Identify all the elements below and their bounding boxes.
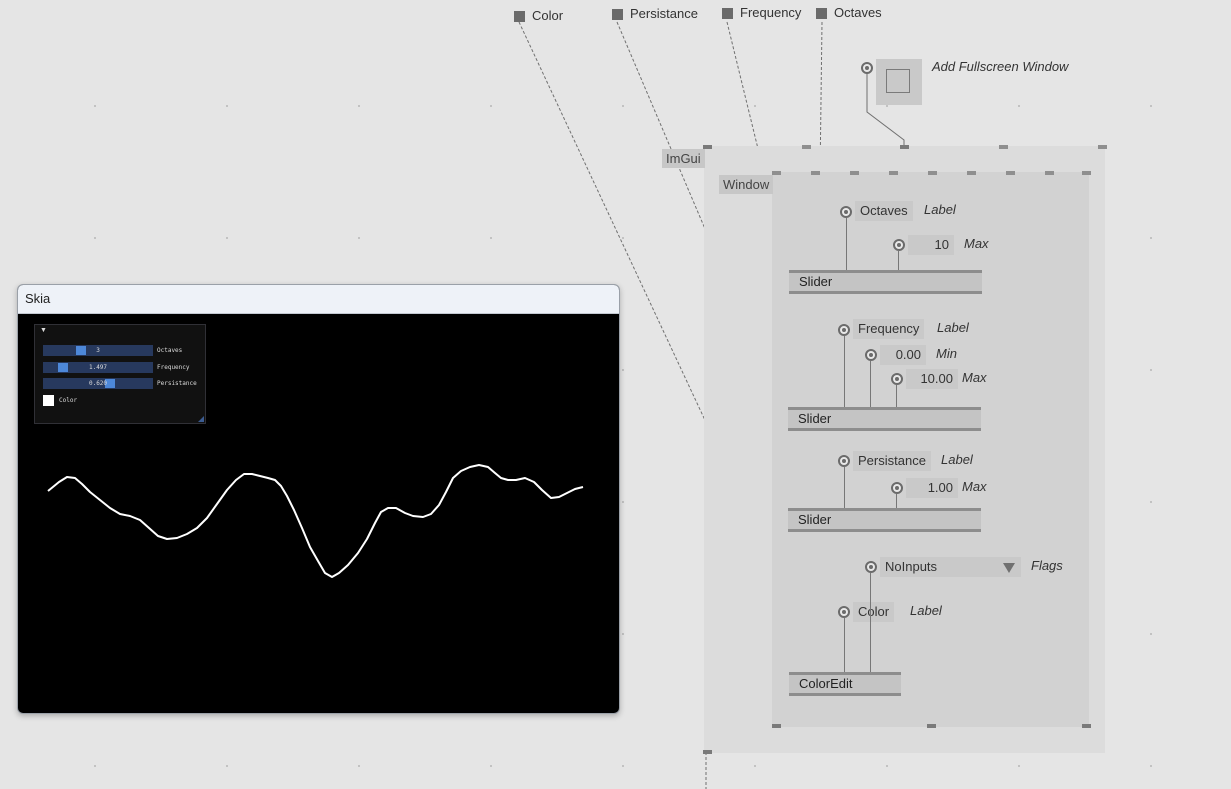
link-line <box>844 618 845 672</box>
imgui-tag[interactable]: ImGui <box>662 149 705 168</box>
window-out-pin[interactable] <box>1082 724 1091 728</box>
frequency-max-pin-name: Max <box>962 370 987 385</box>
dropdown-arrow-icon <box>1003 563 1015 573</box>
octaves-label-pin-name: Label <box>924 202 956 217</box>
flags-enum-dropdown[interactable]: NoInputs <box>880 557 1021 577</box>
imgui-pin[interactable] <box>1098 145 1107 149</box>
frequency-min-iobox[interactable]: 0.00 <box>880 345 926 365</box>
imgui-pin[interactable] <box>900 145 909 149</box>
toggle-square-icon <box>886 69 910 93</box>
window-pin[interactable] <box>928 171 937 175</box>
octaves-max-iobox[interactable]: 10 <box>908 235 954 255</box>
link-line <box>896 494 897 508</box>
link-line <box>896 385 897 407</box>
persistance-max-pin-icon[interactable] <box>891 482 903 494</box>
window-out-pin[interactable] <box>927 724 936 728</box>
frequency-label-iobox[interactable]: Frequency <box>853 319 925 339</box>
window-pin[interactable] <box>850 171 859 175</box>
imgui-out-pin[interactable] <box>703 750 712 754</box>
link-line <box>898 250 899 270</box>
window-pin[interactable] <box>811 171 820 175</box>
persistance-label-pin-icon[interactable] <box>838 455 850 467</box>
flags-enum-value: NoInputs <box>885 559 938 574</box>
link-line <box>870 573 871 672</box>
window-pin[interactable] <box>1006 171 1015 175</box>
window-pin[interactable] <box>1045 171 1054 175</box>
octaves-label-pin-icon[interactable] <box>840 206 852 218</box>
imgui-pin[interactable] <box>999 145 1008 149</box>
fullscreen-pin-icon[interactable] <box>861 62 873 74</box>
persistance-max-iobox[interactable]: 1.00 <box>906 478 958 498</box>
color-label-iobox[interactable]: Color <box>853 602 895 622</box>
fullscreen-label: Add Fullscreen Window <box>932 59 1069 74</box>
link-line <box>846 218 847 270</box>
frequency-min-pin-icon[interactable] <box>865 349 877 361</box>
flags-pin-name: Flags <box>1031 558 1063 573</box>
color-pad-icon[interactable] <box>514 11 525 22</box>
window-pin[interactable] <box>889 171 898 175</box>
window-pin[interactable] <box>967 171 976 175</box>
imgui-pin[interactable] <box>802 145 811 149</box>
octaves-max-pin-icon[interactable] <box>893 239 905 251</box>
frequency-label-pin-name: Label <box>937 320 969 335</box>
window-pin[interactable] <box>772 171 781 175</box>
window-pin[interactable] <box>1082 171 1091 175</box>
slider-node-persistance[interactable]: Slider <box>788 508 981 532</box>
frequency-pad-icon[interactable] <box>722 8 733 19</box>
color-label-pin-icon[interactable] <box>838 606 850 618</box>
slider-node-octaves[interactable]: Slider <box>789 270 982 294</box>
coloredit-node[interactable]: ColorEdit <box>789 672 901 696</box>
persistance-pad-label: Persistance <box>630 6 698 21</box>
persistance-label-iobox[interactable]: Persistance <box>853 451 931 471</box>
frequency-max-pin-icon[interactable] <box>891 373 903 385</box>
flags-pin-icon[interactable] <box>865 561 877 573</box>
window-out-pin[interactable] <box>772 724 781 728</box>
slider-node-frequency[interactable]: Slider <box>788 407 981 431</box>
frequency-max-iobox[interactable]: 10.00 <box>906 369 958 389</box>
color-pad-label: Color <box>532 8 564 23</box>
color-label-pin-name: Label <box>910 603 942 618</box>
fullscreen-toggle[interactable] <box>876 59 922 105</box>
octaves-pad-label: Octaves <box>834 5 882 20</box>
frequency-label-pin-icon[interactable] <box>838 324 850 336</box>
octaves-pad-icon[interactable] <box>816 8 827 19</box>
noise-curve <box>47 464 584 578</box>
octaves-label-iobox[interactable]: Octaves <box>855 201 913 221</box>
frequency-min-pin-name: Min <box>936 346 957 361</box>
persistance-pad-icon[interactable] <box>612 9 623 20</box>
link-line <box>844 336 845 407</box>
persistance-label-pin-name: Label <box>941 452 973 467</box>
skia-window-title[interactable]: Skia <box>18 285 619 314</box>
skia-window[interactable]: Skia ▼ 3 Octaves 1.497 Frequency 0.620 P… <box>17 284 620 714</box>
link-line <box>844 467 845 508</box>
octaves-max-pin-name: Max <box>964 236 989 251</box>
frequency-pad-label: Frequency <box>740 5 802 20</box>
window-region[interactable] <box>772 172 1089 727</box>
link-line <box>870 361 871 407</box>
persistance-max-pin-name: Max <box>962 479 987 494</box>
window-tag[interactable]: Window <box>719 175 774 194</box>
